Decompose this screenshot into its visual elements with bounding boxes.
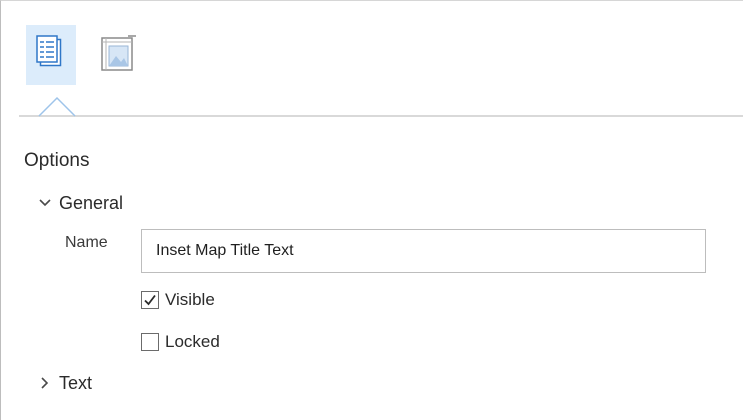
tab-options[interactable]: [26, 25, 76, 85]
visible-checkbox-row[interactable]: Visible: [141, 288, 215, 312]
group-text-header[interactable]: Text: [37, 371, 92, 395]
group-text-label: Text: [59, 372, 93, 393]
locked-checkbox[interactable]: [141, 333, 159, 351]
tab-strip-baseline: [19, 115, 743, 117]
group-general-label: General: [59, 192, 124, 213]
locked-checkbox-row[interactable]: Locked: [141, 330, 220, 354]
frame-picture-icon: [101, 35, 136, 71]
tab-strip: [1, 1, 743, 119]
selected-tab-caret-icon: [38, 96, 76, 117]
checkmark-icon: [144, 294, 156, 306]
name-input[interactable]: [141, 229, 706, 273]
locked-label: Locked: [165, 332, 220, 351]
properties-panel: Options General Name Visible Locked Text: [0, 0, 743, 420]
properties-list-icon: [36, 35, 62, 67]
tab-picture[interactable]: [93, 25, 143, 85]
chevron-down-icon: [39, 199, 51, 207]
name-label: Name: [65, 234, 108, 251]
chevron-right-icon: [41, 377, 49, 389]
group-general-header[interactable]: General: [37, 191, 123, 215]
visible-label: Visible: [165, 290, 215, 309]
section-title-options: Options: [24, 150, 90, 171]
visible-checkbox[interactable]: [141, 291, 159, 309]
